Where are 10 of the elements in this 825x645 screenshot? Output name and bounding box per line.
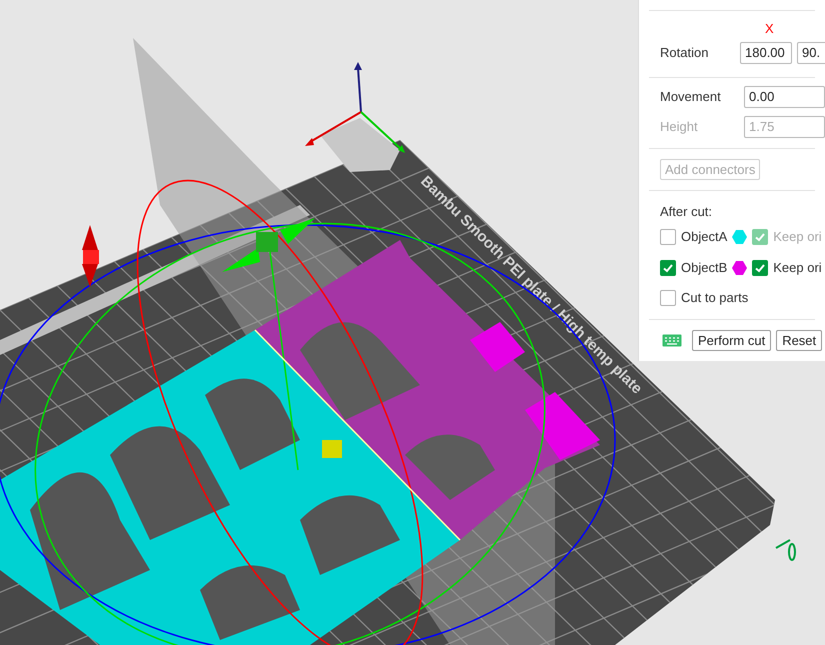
after-cut-label: After cut: xyxy=(660,204,712,219)
object-label: ObjectA xyxy=(681,228,728,246)
keep-orientation-label: Keep ori xyxy=(773,228,822,246)
height-label: Height xyxy=(660,118,699,136)
cut-to-parts-label: Cut to parts xyxy=(681,289,748,308)
axis-header: X xyxy=(765,20,774,38)
rotation-label: Rotation xyxy=(660,44,710,62)
movement-label: Movement xyxy=(660,88,722,106)
object-label: ObjectB xyxy=(681,258,728,277)
keep-orientation-label: Keep ori xyxy=(773,258,822,277)
